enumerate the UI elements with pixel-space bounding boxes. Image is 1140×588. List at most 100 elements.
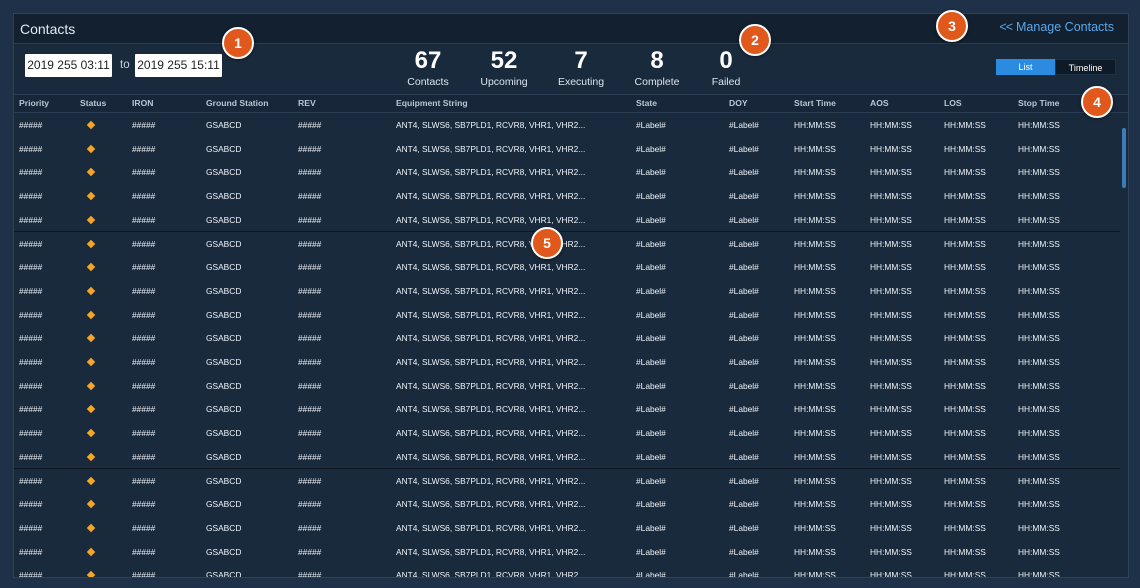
cell-iron: #####: [132, 143, 156, 154]
cell-rev: #####: [298, 262, 322, 273]
list-view-button[interactable]: List: [996, 59, 1055, 75]
table-row[interactable]: ##### ##### GSABCD ##### ANT4, SLWS6, SB7PLD…: [14, 278, 1120, 304]
start-date-input[interactable]: 2019 255 03:11: [25, 54, 112, 77]
column-header-los[interactable]: LOS: [944, 98, 962, 108]
table-row[interactable]: ##### ##### GSABCD ##### ANT4, SLWS6, SB7PLD…: [14, 184, 1120, 209]
diamond-icon: [86, 452, 96, 462]
cell-iron: #####: [132, 285, 156, 296]
timeline-view-button[interactable]: Timeline: [1055, 59, 1116, 75]
column-header-state[interactable]: State: [636, 98, 657, 108]
table-row[interactable]: ##### ##### GSABCD ##### ANT4, SLWS6, SB7PLD…: [14, 207, 1120, 233]
view-toggle: List Timeline: [996, 59, 1116, 75]
cell-state: #Label#: [636, 120, 666, 130]
cell-stop-time: HH:MM:SS: [1018, 238, 1060, 249]
column-header-aos[interactable]: AOS: [870, 98, 889, 108]
cell-start-time: HH:MM:SS: [794, 167, 836, 178]
table-row[interactable]: ##### ##### GSABCD ##### ANT4, SLWS6, SB7PLD…: [14, 302, 1120, 328]
cell-rev: #####: [298, 380, 322, 391]
cell-los: HH:MM:SS: [944, 404, 986, 415]
manage-contacts-link[interactable]: << Manage Contacts: [999, 20, 1114, 34]
column-header-priority[interactable]: Priority: [19, 98, 49, 108]
cell-los: HH:MM:SS: [944, 451, 986, 462]
table-row[interactable]: ##### ##### GSABCD ##### ANT4, SLWS6, SB7PLD…: [14, 563, 1120, 577]
cell-los: HH:MM:SS: [944, 262, 986, 273]
cell-aos: HH:MM:SS: [870, 333, 912, 344]
table-row[interactable]: ##### ##### GSABCD ##### ANT4, SLWS6, SB7PLD…: [14, 492, 1120, 517]
table-scrollbar[interactable]: [1122, 128, 1126, 188]
cell-state: #Label#: [636, 546, 666, 557]
cell-los: HH:MM:SS: [944, 309, 986, 320]
stat-label: Contacts: [407, 76, 449, 88]
cell-start-time: HH:MM:SS: [794, 475, 836, 486]
table-row[interactable]: ##### ##### GSABCD ##### ANT4, SLWS6, SB7PLD…: [14, 160, 1120, 186]
table-row[interactable]: ##### ##### GSABCD ##### ANT4, SLWS6, SB7PLD…: [14, 231, 1120, 257]
cell-stop-time: HH:MM:SS: [1018, 285, 1060, 296]
cell-aos: HH:MM:SS: [870, 428, 912, 439]
cell-priority: #####: [19, 333, 43, 344]
stat-value: 7: [574, 47, 588, 74]
cell-start-time: HH:MM:SS: [794, 143, 836, 154]
column-header-equipment-string[interactable]: Equipment String: [396, 98, 468, 108]
table-row[interactable]: ##### ##### GSABCD ##### ANT4, SLWS6, SB7PLD…: [14, 539, 1120, 565]
table-row[interactable]: ##### ##### GSABCD ##### ANT4, SLWS6, SB7PLD…: [14, 444, 1120, 470]
table-row[interactable]: ##### ##### GSABCD ##### ANT4, SLWS6, SB7PLD…: [14, 468, 1120, 494]
cell-equipment-string: ANT4, SLWS6, SB7PLD1, RCVR8, VHR1, VHR2.…: [396, 522, 586, 533]
cell-state: #Label#: [636, 214, 666, 225]
cell-start-time: HH:MM:SS: [794, 380, 836, 391]
column-header-doy[interactable]: DOY: [729, 98, 748, 108]
diamond-icon: [86, 262, 96, 272]
cell-stop-time: HH:MM:SS: [1018, 380, 1060, 391]
column-header-stop-time[interactable]: Stop Time: [1018, 98, 1059, 108]
diamond-icon: [86, 144, 96, 153]
cell-rev: #####: [298, 546, 322, 557]
cell-ground-station: GSABCD: [206, 428, 242, 439]
cell-ground-station: GSABCD: [206, 214, 242, 225]
table-row[interactable]: ##### ##### GSABCD ##### ANT4, SLWS6, SB7PLD…: [14, 326, 1120, 351]
stat-complete: 8 Complete: [617, 47, 697, 89]
cell-stop-time: HH:MM:SS: [1018, 357, 1060, 367]
column-header-ground-station[interactable]: Ground Station: [206, 98, 269, 108]
table-row[interactable]: ##### ##### GSABCD ##### ANT4, SLWS6, SB7PLD…: [14, 421, 1120, 446]
cell-equipment-string: ANT4, SLWS6, SB7PLD1, RCVR8, VHR1, VHR2.…: [396, 214, 586, 225]
cell-iron: #####: [132, 428, 156, 439]
table-row[interactable]: ##### ##### GSABCD ##### ANT4, SLWS6, SB7PLD…: [14, 255, 1120, 280]
callout-badge: 4: [1081, 86, 1113, 118]
cell-doy: #Label#: [729, 428, 759, 439]
cell-priority: #####: [19, 499, 43, 510]
cell-rev: #####: [298, 451, 322, 462]
cell-state: #Label#: [636, 380, 666, 391]
table-row[interactable]: ##### ##### GSABCD ##### ANT4, SLWS6, SB7PLD…: [14, 373, 1120, 399]
cell-doy: #Label#: [729, 499, 759, 510]
stat-value: 52: [490, 47, 518, 74]
cell-ground-station: GSABCD: [206, 167, 242, 178]
table-row[interactable]: ##### ##### GSABCD ##### ANT4, SLWS6, SB7PLD…: [14, 350, 1120, 375]
diamond-icon: [86, 547, 96, 556]
cell-ground-station: GSABCD: [206, 404, 242, 415]
cell-rev: #####: [298, 167, 322, 178]
cell-start-time: HH:MM:SS: [794, 333, 836, 344]
cell-doy: #Label#: [729, 143, 759, 154]
cell-aos: HH:MM:SS: [870, 380, 912, 391]
cell-state: #Label#: [636, 143, 666, 154]
manage-contacts-label: Manage Contacts: [1016, 20, 1114, 34]
cell-stop-time: HH:MM:SS: [1018, 404, 1060, 415]
column-header-status[interactable]: Status: [80, 98, 106, 108]
cell-doy: #Label#: [729, 333, 759, 344]
column-header-rev[interactable]: REV: [298, 98, 316, 108]
table-row[interactable]: ##### ##### GSABCD ##### ANT4, SLWS6, SB7PLD…: [14, 515, 1120, 541]
cell-stop-time: HH:MM:SS: [1018, 428, 1060, 439]
column-header-start-time[interactable]: Start Time: [794, 98, 836, 108]
cell-stop-time: HH:MM:SS: [1018, 333, 1060, 344]
stat-value: 8: [650, 47, 664, 74]
cell-equipment-string: ANT4, SLWS6, SB7PLD1, RCVR8, VHR1, VHR2.…: [396, 333, 586, 344]
cell-start-time: HH:MM:SS: [794, 404, 836, 415]
table-row[interactable]: ##### ##### GSABCD ##### ANT4, SLWS6, SB7PLD…: [14, 397, 1120, 423]
end-date-input[interactable]: 2019 255 15:11: [135, 54, 222, 77]
table-row[interactable]: ##### ##### GSABCD ##### ANT4, SLWS6, SB7PLD…: [14, 136, 1120, 162]
column-header-iron[interactable]: IRON: [132, 98, 153, 108]
table-row[interactable]: ##### ##### GSABCD ##### ANT4, SLWS6, SB7PLD…: [14, 113, 1120, 138]
cell-aos: HH:MM:SS: [870, 451, 912, 462]
cell-stop-time: HH:MM:SS: [1018, 143, 1060, 154]
diamond-icon: [86, 334, 96, 343]
cell-priority: #####: [19, 120, 43, 130]
